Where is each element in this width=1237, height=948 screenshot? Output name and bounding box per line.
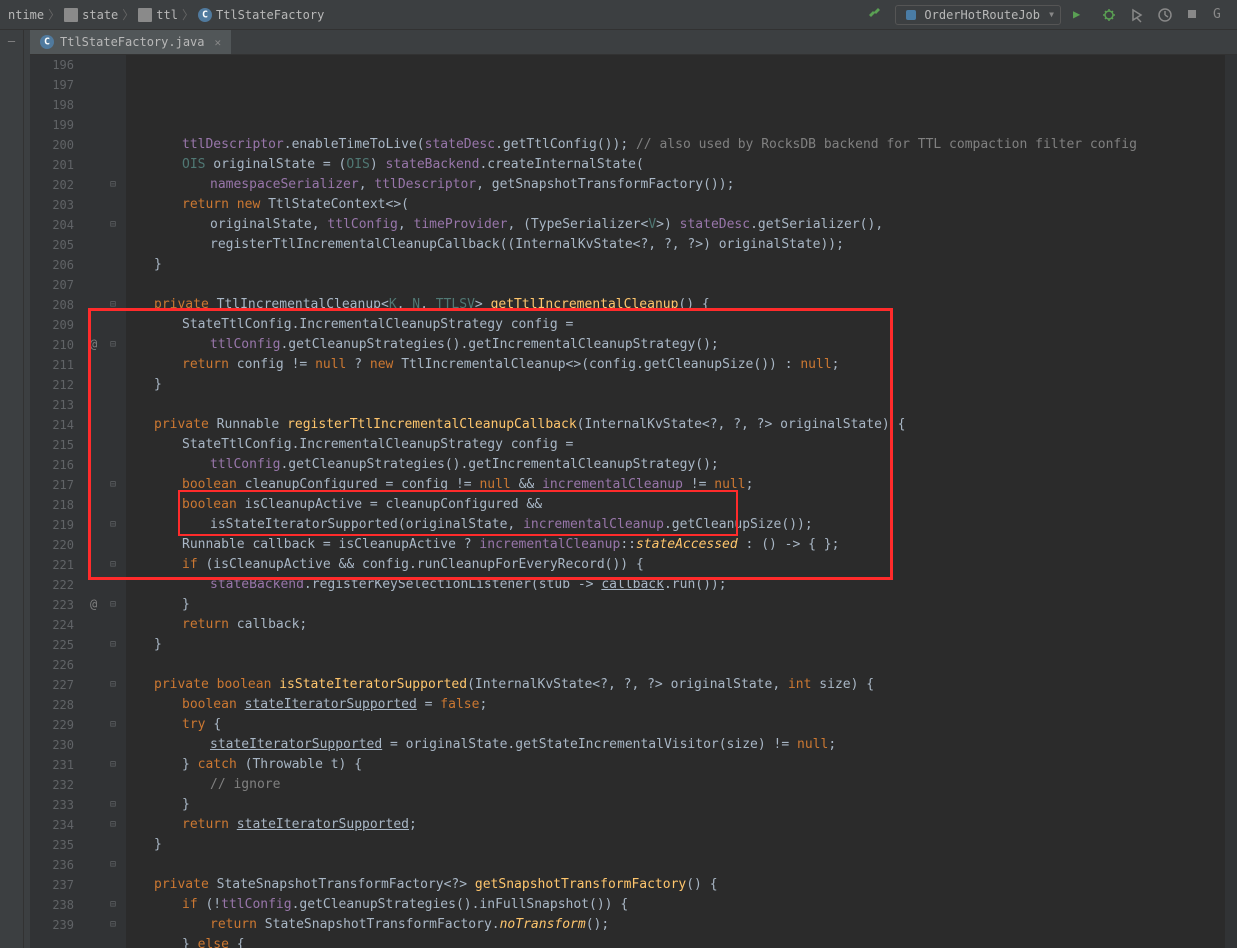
chevron-right-icon: 〉 bbox=[48, 6, 60, 23]
class-icon bbox=[40, 35, 54, 49]
left-sidebar: — bbox=[0, 30, 24, 948]
file-tab[interactable]: TtlStateFactory.java ✕ bbox=[30, 30, 231, 54]
tab-bar: TtlStateFactory.java ✕ bbox=[30, 30, 1237, 55]
folder-icon bbox=[138, 8, 152, 22]
run-icon[interactable]: ▶ bbox=[1073, 7, 1089, 23]
breadcrumb-ntime[interactable]: ntime bbox=[8, 8, 44, 22]
breadcrumb-ttl[interactable]: ttl bbox=[138, 8, 178, 22]
chevron-right-icon: 〉 bbox=[122, 6, 134, 23]
code-area[interactable]: 1961971981992002012022032042052062072082… bbox=[30, 55, 1237, 948]
line-number-gutter: 1961971981992002012022032042052062072082… bbox=[30, 55, 86, 948]
build-icon[interactable] bbox=[867, 7, 883, 23]
code-content[interactable]: ttlDescriptor.enableTimeToLive(stateDesc… bbox=[126, 55, 1225, 948]
toolbar-right: OrderHotRouteJob ▶ G bbox=[867, 5, 1229, 25]
folder-icon bbox=[64, 8, 78, 22]
editor-area: TtlStateFactory.java ✕ 19619719819920020… bbox=[30, 30, 1237, 948]
git-icon[interactable]: G bbox=[1213, 7, 1229, 23]
override-gutter: @@ bbox=[86, 55, 106, 948]
stop-icon[interactable] bbox=[1185, 7, 1201, 23]
breadcrumb-class[interactable]: TtlStateFactory bbox=[198, 8, 324, 22]
hide-sidebar-icon[interactable]: — bbox=[8, 34, 15, 48]
debug-icon[interactable] bbox=[1101, 7, 1117, 23]
main-area: — TtlStateFactory.java ✕ 196197198199200… bbox=[0, 30, 1237, 948]
breadcrumb-state[interactable]: state bbox=[64, 8, 118, 22]
coverage-icon[interactable] bbox=[1129, 7, 1145, 23]
close-icon[interactable]: ✕ bbox=[215, 36, 222, 49]
breadcrumb: ntime 〉 state 〉 ttl 〉 TtlStateFactory bbox=[8, 6, 324, 23]
right-gutter bbox=[1225, 55, 1237, 948]
fold-gutter: ⊟⊟⊟⊟⊟⊟⊟⊟⊟⊟⊟⊟⊟⊟⊟⊟⊟ bbox=[106, 55, 126, 948]
profile-icon[interactable] bbox=[1157, 7, 1173, 23]
run-config-selector[interactable]: OrderHotRouteJob bbox=[895, 5, 1061, 25]
class-icon bbox=[198, 8, 212, 22]
chevron-right-icon: 〉 bbox=[182, 6, 194, 23]
top-bar: ntime 〉 state 〉 ttl 〉 TtlStateFactory Or… bbox=[0, 0, 1237, 30]
